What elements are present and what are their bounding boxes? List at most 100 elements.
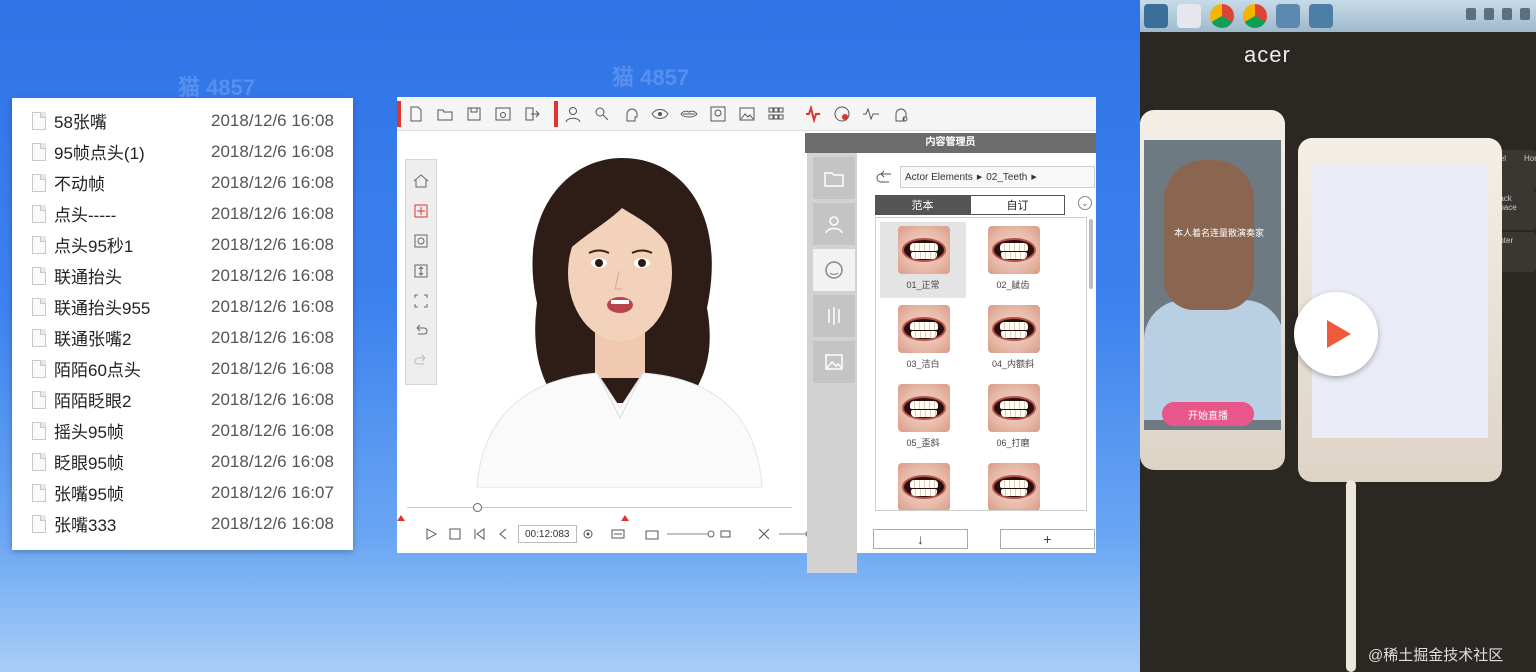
open-folder-icon[interactable] [434, 103, 455, 124]
file-row[interactable]: 联通张嘴2 2018/12/6 16:08 [12, 322, 353, 353]
file-icon [32, 390, 46, 409]
lips-icon[interactable] [678, 103, 699, 124]
file-row[interactable]: 摇头95帧 2018/12/6 16:08 [12, 415, 353, 446]
character-viewport[interactable] [437, 133, 802, 488]
file-row[interactable]: 联通抬头 2018/12/6 16:08 [12, 260, 353, 291]
chrome-icon[interactable] [1243, 4, 1267, 28]
video-play-button[interactable] [1294, 292, 1378, 376]
file-row[interactable]: 点头95秒1 2018/12/6 16:08 [12, 229, 353, 260]
redo-icon[interactable] [410, 350, 432, 372]
add-button[interactable]: + [1000, 529, 1095, 549]
undo-icon[interactable] [410, 320, 432, 342]
teeth-library-grid: 01_正常 02_龇齿 03_洁白 04_内额斜 05_歪斜 06_打磨 [875, 217, 1087, 511]
teeth-preset-tile[interactable]: 01_正常 [880, 222, 966, 298]
back-arrow-icon[interactable] [875, 169, 895, 185]
file-row[interactable]: 58张嘴 2018/12/6 16:08 [12, 105, 353, 136]
file-row[interactable]: 95帧点头(1) 2018/12/6 16:08 [12, 136, 353, 167]
tab-template[interactable]: 范本 [875, 195, 970, 215]
file-list-panel: 58张嘴 2018/12/6 16:08 95帧点头(1) 2018/12/6 16:… [12, 98, 353, 550]
teeth-preset-tile[interactable]: 03_洁白 [880, 301, 966, 377]
folder-icon[interactable] [813, 157, 855, 199]
rotate-icon[interactable] [410, 230, 432, 252]
file-row[interactable]: 联通抬头955 2018/12/6 16:08 [12, 291, 353, 322]
timeline-track[interactable] [407, 507, 792, 508]
app-icon[interactable] [1144, 4, 1168, 28]
zoom-icon[interactable] [410, 260, 432, 282]
actor-icon[interactable] [562, 103, 583, 124]
rewind-icon[interactable] [494, 525, 512, 543]
portrait-icon[interactable] [707, 103, 728, 124]
save-icon[interactable] [463, 103, 484, 124]
teeth-preset-tile[interactable] [880, 459, 966, 510]
file-date: 2018/12/6 16:08 [211, 296, 334, 316]
app-icon[interactable] [1276, 4, 1300, 28]
file-name: 联通抬头955 [54, 299, 151, 318]
subtitle-icon[interactable] [609, 525, 627, 543]
actor-sidebar-icon[interactable] [813, 203, 855, 245]
head-sync-icon[interactable] [889, 103, 910, 124]
teeth-preset-tile[interactable]: 06_打磨 [970, 380, 1056, 456]
animation-editor-window: 00:12:083 内容管理员 Actor Elements ▶ 02_Teet… [397, 97, 1096, 573]
app-icon[interactable] [1309, 4, 1333, 28]
download-button[interactable]: ↓ [873, 529, 968, 549]
previous-frame-icon[interactable] [470, 525, 488, 543]
file-row[interactable]: 点头----- 2018/12/6 16:08 [12, 198, 353, 229]
move-icon[interactable] [410, 200, 432, 222]
file-icon [32, 359, 46, 378]
teeth-preset-tile[interactable]: 05_歪斜 [880, 380, 966, 456]
teeth-preset-tile[interactable]: 04_内额斜 [970, 301, 1056, 377]
play-icon[interactable] [422, 525, 440, 543]
file-row[interactable]: 不动帧 2018/12/6 16:08 [12, 167, 353, 198]
record-face-icon[interactable] [831, 103, 852, 124]
teeth-preset-label: 03_洁白 [906, 359, 940, 369]
chrome-icon[interactable] [1210, 4, 1234, 28]
stop-icon[interactable] [446, 525, 464, 543]
motion-icon[interactable] [813, 295, 855, 337]
fit-icon[interactable] [410, 290, 432, 312]
content-tabs: 范本 自订 [875, 195, 1065, 215]
audio-wave-icon[interactable] [802, 103, 823, 124]
breadcrumb-item[interactable]: Actor Elements [905, 172, 973, 183]
viewport-tools [405, 159, 437, 385]
timecode-display: 00:12:083 [518, 525, 577, 543]
breadcrumb-item[interactable]: 02_Teeth [986, 172, 1027, 183]
file-date: 2018/12/6 16:08 [211, 141, 334, 161]
file-row[interactable]: 眨眼95帧 2018/12/6 16:08 [12, 446, 353, 477]
teeth-preset-tile[interactable] [970, 459, 1056, 510]
file-row[interactable]: 陌陌眨眼2 2018/12/6 16:08 [12, 384, 353, 415]
collapse-chevron-icon[interactable]: ⌄ [1078, 196, 1092, 210]
file-icon [32, 483, 46, 502]
timeline-playhead[interactable] [473, 503, 482, 512]
file-row[interactable]: 张嘴333 2018/12/6 16:08 [12, 508, 353, 539]
teeth-preset-tile[interactable]: 02_龇齿 [970, 222, 1056, 298]
breadcrumb[interactable]: Actor Elements ▶ 02_Teeth ▶ [900, 166, 1095, 188]
image-icon[interactable] [736, 103, 757, 124]
speaker-icon[interactable] [717, 525, 735, 543]
head-icon[interactable] [620, 103, 641, 124]
demo-video-photo: acer Del Back Space Enter Home 本人着名连量散演奏… [1140, 0, 1536, 672]
start-live-button[interactable]: 开始直播 [1162, 402, 1254, 426]
preview-icon[interactable] [492, 103, 513, 124]
tab-custom[interactable]: 自订 [970, 195, 1065, 215]
eye-icon[interactable] [649, 103, 670, 124]
mute-icon[interactable] [755, 525, 773, 543]
file-icon [32, 142, 46, 161]
export-icon[interactable] [521, 103, 542, 124]
auto-voice-icon[interactable] [860, 103, 881, 124]
background-image-icon[interactable] [813, 341, 855, 383]
camera-icon[interactable] [643, 525, 661, 543]
volume-slider[interactable] [666, 529, 717, 539]
file-row[interactable]: 陌陌60点头 2018/12/6 16:08 [12, 353, 353, 384]
new-file-icon[interactable] [405, 103, 426, 124]
pointer-icon[interactable] [591, 103, 612, 124]
settings-gear-icon[interactable] [579, 525, 597, 543]
teeth-thumbnail [988, 463, 1040, 510]
app-icon[interactable] [1177, 4, 1201, 28]
face-elements-icon[interactable] [813, 249, 855, 291]
grid-icon[interactable] [765, 103, 786, 124]
library-scrollbar[interactable] [1089, 219, 1093, 289]
file-icon [32, 452, 46, 471]
home-icon[interactable] [410, 170, 432, 192]
teeth-thumbnail [988, 226, 1040, 274]
file-row[interactable]: 张嘴95帧 2018/12/6 16:07 [12, 477, 353, 508]
